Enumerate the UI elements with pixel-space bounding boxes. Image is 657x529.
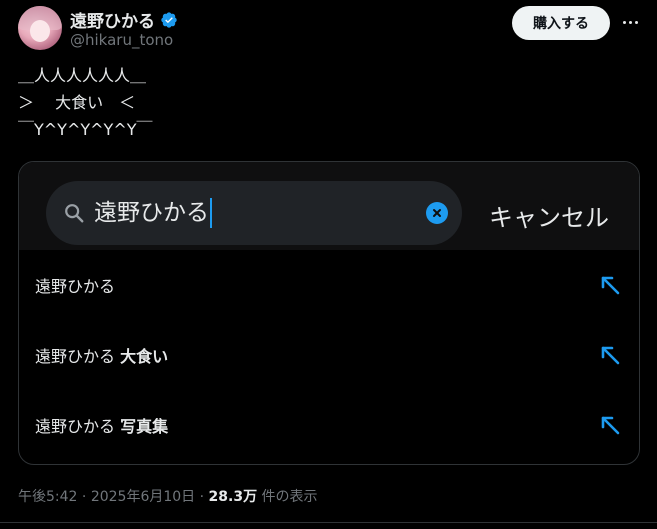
author-handle[interactable]: @hikaru_tono — [70, 31, 173, 49]
search-icon — [65, 204, 84, 223]
arrow-up-left-icon[interactable] — [599, 274, 621, 296]
suggestion-item[interactable]: 遠野ひかる 大食い — [19, 320, 639, 390]
tweet-date[interactable]: 2025年6月10日 — [91, 489, 195, 505]
arrow-up-left-icon[interactable] — [599, 414, 621, 436]
suggestion-text: 遠野ひかる 写真集 — [35, 417, 169, 436]
tweet-time[interactable]: 午後5:42 — [18, 489, 77, 505]
avatar-face — [30, 20, 50, 42]
view-count: 28.3万 — [208, 489, 258, 505]
search-box[interactable]: 遠野ひかる — [46, 181, 462, 245]
author-name-row[interactable]: 遠野ひかる — [70, 7, 178, 32]
tweet-media[interactable]: 遠野ひかる キャンセル 遠野ひかる 遠野ひかる 大食い 遠野ひかる 写真集 — [18, 161, 640, 465]
verified-badge-icon — [161, 11, 177, 28]
text-caret — [210, 198, 212, 228]
clear-search-button[interactable] — [426, 202, 448, 224]
suggestion-item[interactable]: 遠野ひかる — [19, 250, 639, 320]
arrow-up-left-icon[interactable] — [599, 344, 621, 366]
search-input[interactable]: 遠野ひかる — [94, 195, 212, 231]
author-display-name[interactable]: 遠野ひかる — [70, 7, 155, 32]
cancel-button[interactable]: キャンセル — [489, 198, 609, 233]
search-header: 遠野ひかる キャンセル — [19, 162, 639, 250]
avatar[interactable] — [18, 6, 62, 50]
suggestion-text: 遠野ひかる — [35, 277, 116, 296]
suggestion-item[interactable]: 遠野ひかる 写真集 — [19, 390, 639, 460]
more-options-icon[interactable] — [618, 10, 642, 34]
buy-button[interactable]: 購入する — [512, 6, 610, 40]
view-count-label: 件の表示 — [261, 489, 318, 505]
suggestion-text: 遠野ひかる 大食い — [35, 347, 169, 366]
search-query-text: 遠野ひかる — [94, 200, 209, 226]
tweet-text: ＿人人人人人人＿ ＞ 大食い ＜ ￣Y^Y^Y^Y^Y￣ — [18, 66, 153, 139]
close-icon — [433, 209, 441, 217]
tweet-meta: 午後5:42 · 2025年6月10日 · 28.3万 件の表示 — [18, 486, 318, 506]
meta-separator: · — [199, 489, 205, 505]
divider — [0, 522, 657, 523]
meta-separator: · — [81, 489, 87, 505]
